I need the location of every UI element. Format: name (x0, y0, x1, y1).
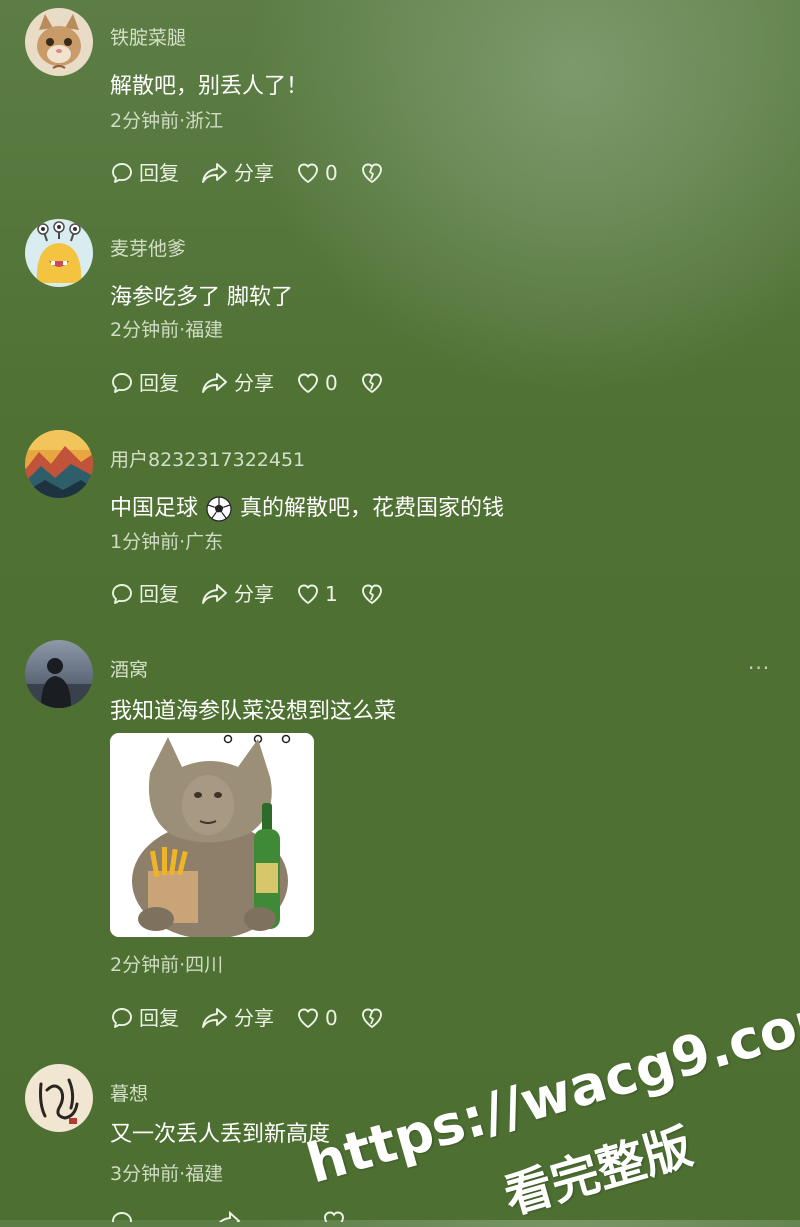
username[interactable]: 麦芽他爹 (110, 237, 186, 261)
comment-actions: 回复 分享 0 (110, 368, 384, 398)
username[interactable]: 用户8232317322451 (110, 448, 305, 472)
reply-label: 回复 (139, 1006, 179, 1030)
share-icon[interactable] (214, 1210, 242, 1222)
cartoon-monster-avatar[interactable] (25, 219, 93, 287)
broken-heart-icon (360, 1007, 384, 1029)
reply-button[interactable]: 回复 (110, 1003, 179, 1033)
share-label: 分享 (234, 371, 274, 395)
dislike-button[interactable] (360, 583, 384, 605)
dislike-button[interactable] (360, 1007, 384, 1029)
mountain-landscape-avatar[interactable] (25, 430, 93, 498)
comment-text: 我知道海参队菜没想到这么菜 (110, 699, 397, 724)
reply-button[interactable]: 回复 (110, 368, 179, 398)
dislike-button[interactable] (360, 162, 384, 184)
like-button[interactable]: 0 (296, 368, 338, 398)
like-button[interactable]: 1 (296, 579, 338, 609)
reply-icon (110, 582, 134, 606)
time-location: 1分钟前·广东 (110, 531, 224, 553)
share-icon (201, 582, 229, 606)
heart-icon (296, 372, 320, 394)
time-location: 2分钟前·四川 (110, 954, 224, 976)
comment-actions-partial (110, 1210, 346, 1224)
reply-button[interactable]: 回复 (110, 579, 179, 609)
reply-label: 回复 (139, 371, 179, 395)
reply-icon (110, 161, 134, 185)
heart-icon (296, 162, 320, 184)
comment-text: 又一次丢人丢到新高度 (110, 1122, 331, 1147)
like-button[interactable]: 0 (296, 158, 338, 188)
heart-icon (296, 583, 320, 605)
comment-text-part: 真的解散吧，花费国家的钱 (240, 496, 505, 521)
time-location: 3分钟前·福建 (110, 1163, 224, 1185)
username[interactable]: 铁腚菜腿 (110, 26, 186, 50)
silhouette-avatar[interactable] (25, 640, 93, 708)
broken-heart-icon (360, 372, 384, 394)
comment-actions: 回复 分享 1 (110, 579, 384, 609)
cat-avatar[interactable] (25, 8, 93, 76)
like-count: 0 (325, 371, 338, 395)
share-icon (201, 371, 229, 395)
comment-text: 解散吧，别丢人了！ (110, 74, 309, 99)
reply-label: 回复 (139, 161, 179, 185)
share-icon (201, 161, 229, 185)
reply-icon[interactable] (110, 1210, 134, 1222)
broken-heart-icon (360, 583, 384, 605)
share-label: 分享 (234, 161, 274, 185)
share-button[interactable]: 分享 (201, 1003, 274, 1033)
share-button[interactable]: 分享 (201, 579, 274, 609)
share-button[interactable]: 分享 (201, 368, 274, 398)
share-label: 分享 (234, 582, 274, 606)
comment-text: 中国足球 真的解散吧，花费国家的钱 (110, 494, 504, 524)
comment-text: 海参吃多了 脚软了 (110, 285, 293, 310)
share-button[interactable]: 分享 (201, 158, 274, 188)
soccer-ball-icon (206, 496, 232, 522)
cat-with-beer-and-fries-sticker[interactable] (110, 733, 314, 937)
like-button[interactable]: 0 (296, 1003, 338, 1033)
share-icon (201, 1006, 229, 1030)
reply-button[interactable]: 回复 (110, 158, 179, 188)
like-count: 0 (325, 1006, 338, 1030)
heart-icon[interactable] (322, 1210, 346, 1222)
heart-icon (296, 1007, 320, 1029)
dislike-button[interactable] (360, 372, 384, 394)
more-options-icon[interactable]: ··· (748, 656, 770, 680)
reply-icon (110, 371, 134, 395)
reply-icon (110, 1006, 134, 1030)
comment-actions: 回复 分享 0 (110, 1003, 384, 1033)
reply-label: 回复 (139, 582, 179, 606)
broken-heart-icon (360, 162, 384, 184)
comment-actions: 回复 分享 0 (110, 158, 384, 188)
username[interactable]: 酒窝 (110, 658, 148, 682)
username[interactable]: 暮想 (110, 1082, 148, 1106)
time-location: 2分钟前·福建 (110, 319, 224, 341)
calligraphy-avatar[interactable] (25, 1064, 93, 1132)
like-count: 0 (325, 161, 338, 185)
like-count: 1 (325, 582, 338, 606)
time-location: 2分钟前·浙江 (110, 110, 224, 132)
share-label: 分享 (234, 1006, 274, 1030)
comment-text-part: 中国足球 (110, 496, 199, 521)
